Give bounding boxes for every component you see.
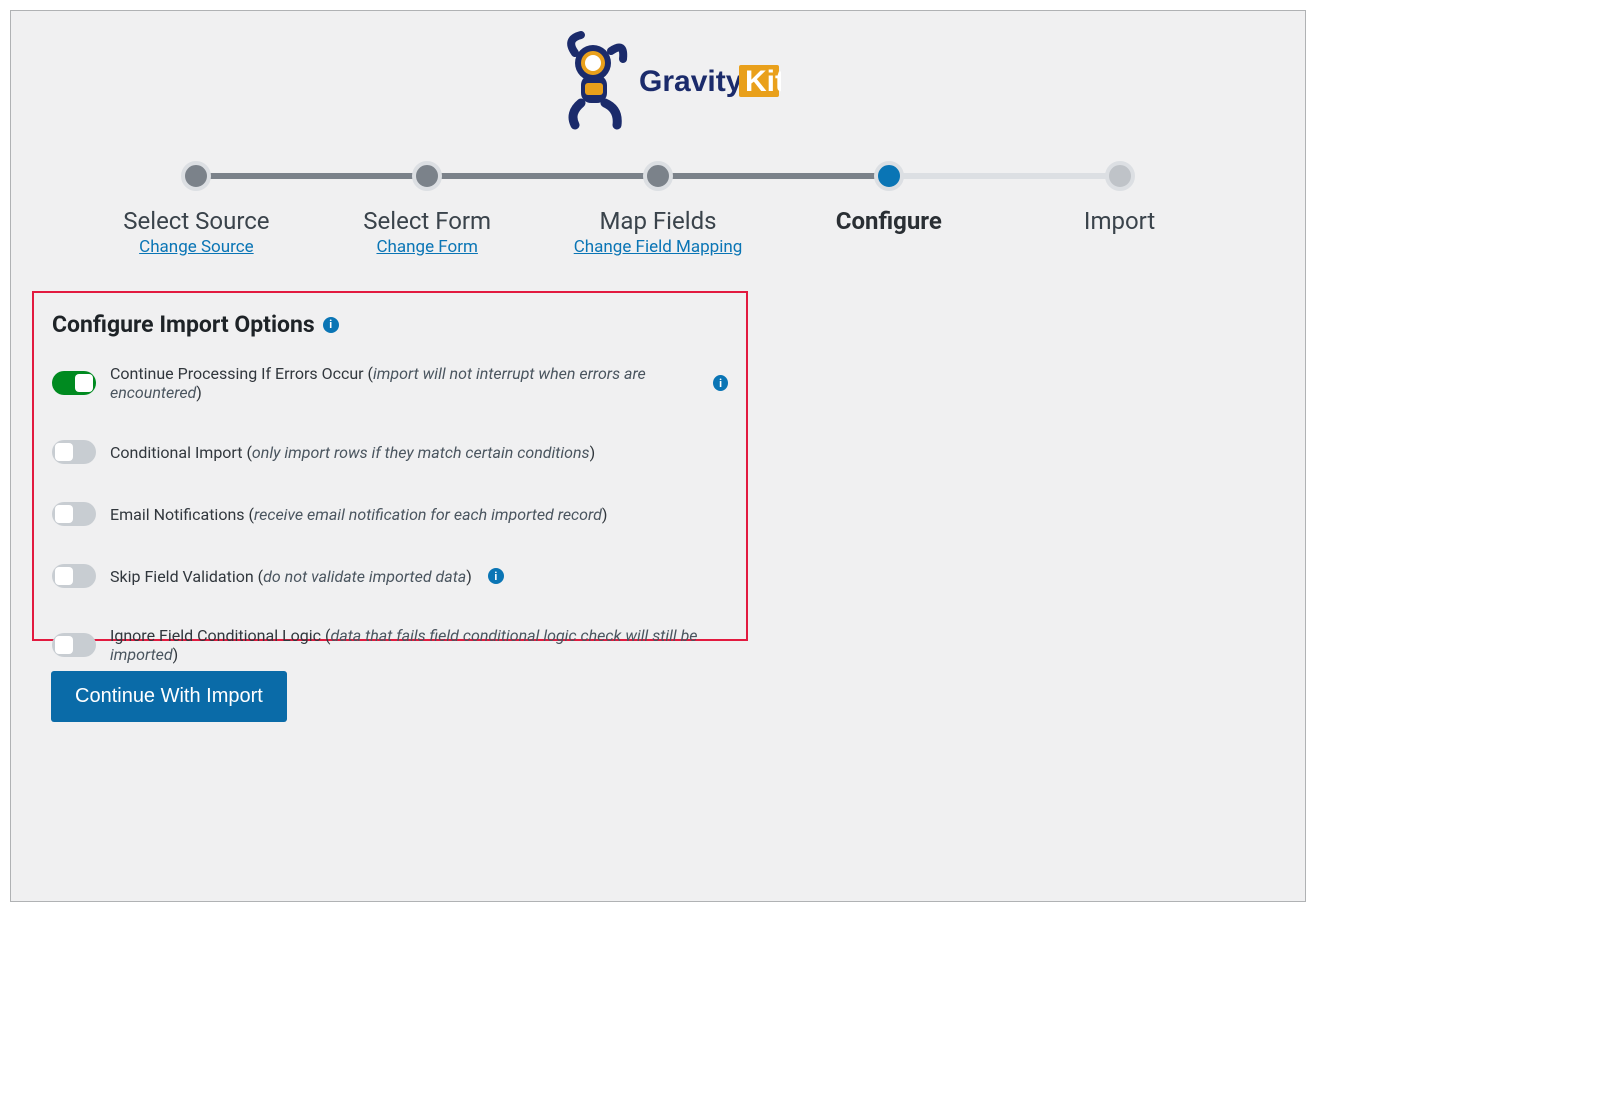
option-note: do not validate imported data (263, 567, 466, 586)
info-icon[interactable]: i (323, 317, 339, 333)
step-label: Select Form (363, 207, 491, 235)
option-note: receive email notification for each impo… (254, 505, 602, 524)
logo-wrap: Gravity Kit (11, 29, 1305, 131)
option-row: Conditional Import (only import rows if … (52, 440, 728, 464)
option-row: Continue Processing If Errors Occur (imp… (52, 364, 728, 402)
option-label: Conditional Import (only import rows if … (110, 443, 595, 462)
option-row: Ignore Field Conditional Logic (data tha… (52, 626, 728, 664)
step-change-link[interactable]: Change Source (139, 237, 254, 257)
option-row: Skip Field Validation (do not validate i… (52, 564, 728, 588)
step-select-form: Select FormChange Form (312, 159, 543, 257)
step-label: Configure (836, 207, 942, 235)
step-map-fields: Map FieldsChange Field Mapping (543, 159, 774, 257)
step-change-link[interactable]: Change Form (376, 237, 477, 257)
toggle-ignore-field-conditional-logic[interactable] (52, 633, 96, 657)
logo-text-a: Gravity (639, 65, 743, 98)
option-note: import will not interrupt when errors ar… (110, 364, 646, 402)
step-select-source: Select SourceChange Source (81, 159, 312, 257)
step-import: Import (1004, 159, 1235, 235)
gravitykit-logo: Gravity Kit (535, 29, 781, 131)
step-label: Import (1084, 207, 1155, 235)
options-list: Continue Processing If Errors Occur (imp… (52, 364, 728, 664)
panel-title: Configure Import Options i (52, 311, 728, 338)
toggle-email-notifications[interactable] (52, 502, 96, 526)
option-label: Email Notifications (receive email notif… (110, 505, 607, 524)
option-label: Ignore Field Conditional Logic (data tha… (110, 626, 728, 664)
toggle-conditional-import[interactable] (52, 440, 96, 464)
option-note: data that fails field conditional logic … (110, 626, 698, 664)
step-configure: Configure (773, 159, 1004, 235)
app-frame: Gravity Kit Select SourceChange SourceSe… (10, 10, 1306, 902)
option-label: Continue Processing If Errors Occur (imp… (110, 364, 697, 402)
option-note: only import rows if they match certain c… (252, 443, 590, 462)
step-dot (1105, 161, 1135, 191)
step-label: Map Fields (599, 207, 716, 235)
stepper: Select SourceChange SourceSelect FormCha… (11, 159, 1305, 257)
panel-title-text: Configure Import Options (52, 311, 315, 338)
continue-with-import-button[interactable]: Continue With Import (51, 671, 287, 722)
step-dot (412, 161, 442, 191)
configure-options-panel: Configure Import Options i Continue Proc… (32, 291, 748, 641)
toggle-skip-field-validation[interactable] (52, 564, 96, 588)
info-icon[interactable]: i (488, 568, 504, 584)
option-row: Email Notifications (receive email notif… (52, 502, 728, 526)
option-label: Skip Field Validation (do not validate i… (110, 567, 472, 586)
step-dot (874, 161, 904, 191)
logo-text-b: Kit (745, 65, 781, 98)
toggle-continue-processing-if-errors-occur[interactable] (52, 371, 96, 395)
step-label: Select Source (123, 207, 269, 235)
step-dot (643, 161, 673, 191)
step-dot (181, 161, 211, 191)
info-icon[interactable]: i (713, 375, 728, 391)
step-change-link[interactable]: Change Field Mapping (574, 237, 743, 257)
